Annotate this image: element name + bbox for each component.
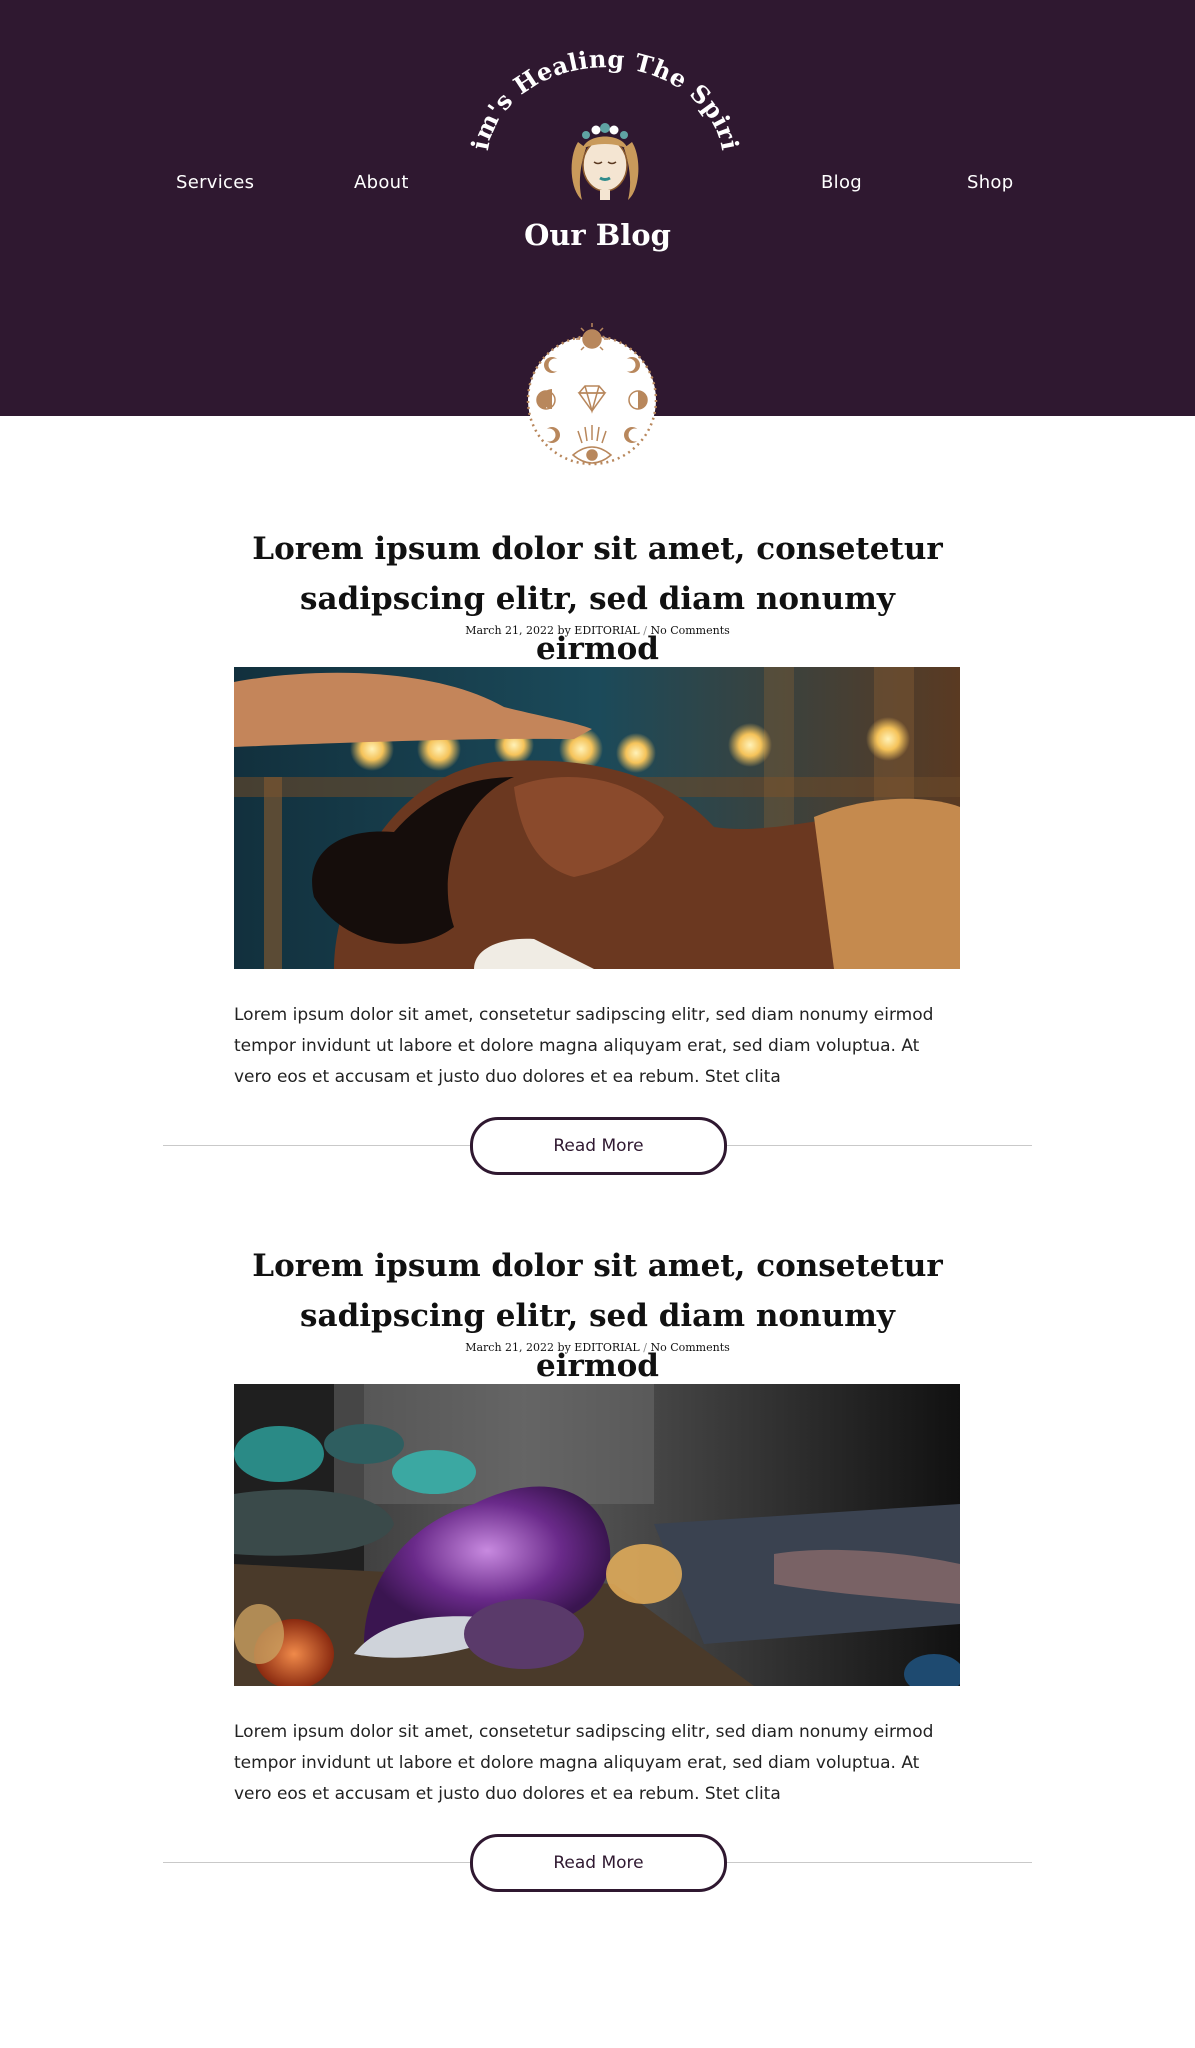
post-author[interactable]: EDITORIAL <box>574 624 639 637</box>
crystals-image[interactable] <box>234 1384 960 1686</box>
post-by: by <box>557 1341 571 1354</box>
meta-separator: / <box>643 1341 647 1354</box>
reiki-healing-image[interactable] <box>234 667 960 969</box>
post-date[interactable]: March 21, 2022 <box>465 1341 554 1354</box>
nav-shop[interactable]: Shop <box>967 172 1013 193</box>
post-title-line-1: Lorem ipsum dolor sit amet, consetetur <box>252 1248 943 1284</box>
post-date[interactable]: March 21, 2022 <box>465 624 554 637</box>
post-title-line-1: Lorem ipsum dolor sit amet, consetetur <box>252 531 943 567</box>
divider-line <box>725 1145 1032 1146</box>
post-author[interactable]: EDITORIAL <box>574 1341 639 1354</box>
divider-line <box>163 1862 470 1863</box>
post-meta: March 21, 2022 by EDITORIAL / No Comment… <box>0 624 1195 637</box>
meta-separator: / <box>643 624 647 637</box>
page-title: Our Blog <box>524 218 671 252</box>
brand-name: Jim's Healing The Spirit <box>452 17 744 153</box>
post-comments[interactable]: No Comments <box>650 624 729 637</box>
post-title[interactable]: Lorem ipsum dolor sit amet, consetetur s… <box>240 524 955 674</box>
divider-line <box>725 1862 1032 1863</box>
post-title[interactable]: Lorem ipsum dolor sit amet, consetetur s… <box>240 1241 955 1391</box>
read-more-button[interactable]: Read More <box>470 1834 727 1892</box>
svg-text:Jim's Healing The Spirit: Jim's Healing The Spirit <box>460 40 745 153</box>
site-logo[interactable]: Jim's Healing The Spirit <box>452 17 750 215</box>
nav-blog[interactable]: Blog <box>821 172 862 193</box>
read-more-button[interactable]: Read More <box>470 1117 727 1175</box>
post-meta: March 21, 2022 by EDITORIAL / No Comment… <box>0 1341 1195 1354</box>
nav-services[interactable]: Services <box>176 172 254 193</box>
celestial-emblem-icon <box>515 315 669 475</box>
post-excerpt: Lorem ipsum dolor sit amet, consetetur s… <box>234 1005 934 1087</box>
post-excerpt: Lorem ipsum dolor sit amet, consetetur s… <box>234 1722 934 1804</box>
post-comments[interactable]: No Comments <box>650 1341 729 1354</box>
nav-about[interactable]: About <box>354 172 409 193</box>
post-by: by <box>557 624 571 637</box>
goddess-face-icon <box>571 123 639 200</box>
divider-line <box>163 1145 470 1146</box>
